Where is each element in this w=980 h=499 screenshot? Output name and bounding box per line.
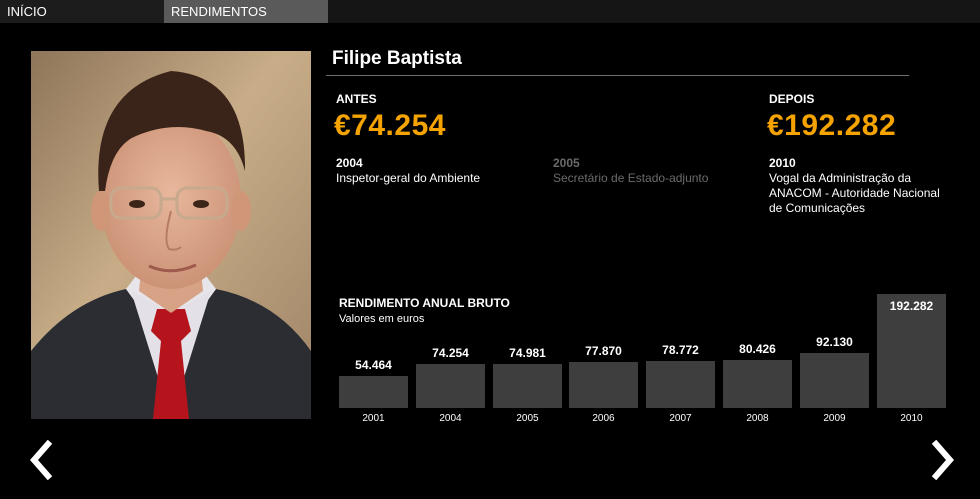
middle-role: Secretário de Estado-adjunto [553, 171, 709, 185]
chart-bar [723, 360, 792, 408]
chart-x-tick-label: 2010 [900, 413, 923, 424]
before-year: 2004 [336, 156, 363, 170]
chart-bar [493, 364, 562, 408]
portrait-photo [31, 51, 311, 419]
chart-bar [339, 376, 408, 408]
chart-title: RENDIMENTO ANUAL BRUTO [339, 296, 510, 310]
middle-year: 2005 [553, 156, 580, 170]
after-role: Vogal da Administração da ANACOM - Autor… [769, 171, 940, 216]
chart-bar [569, 362, 638, 408]
chart-value-label: 78.772 [662, 343, 699, 357]
divider [326, 75, 909, 76]
before-label: ANTES [336, 92, 377, 106]
after-label: DEPOIS [769, 92, 815, 106]
chart-value-label: 74.254 [432, 346, 469, 360]
chart-value-label: 77.870 [585, 344, 622, 358]
top-nav-bar: INÍCIO RENDIMENTOS [0, 0, 980, 23]
chart-x-tick-label: 2007 [669, 413, 692, 424]
portrait-illustration [31, 51, 311, 419]
person-name: Filipe Baptista [332, 48, 462, 69]
chevron-right-icon [931, 439, 954, 481]
chart-bar [416, 364, 485, 408]
tab-inicio[interactable]: INÍCIO [0, 0, 164, 23]
after-amount: €192.282 [767, 109, 897, 142]
chart-bar [646, 361, 715, 408]
chart-x-tick-label: 2005 [516, 413, 539, 424]
before-amount: €74.254 [334, 109, 446, 142]
chart-value-label: 80.426 [739, 342, 776, 356]
chart-x-tick-label: 2006 [592, 413, 615, 424]
chart-bar [800, 353, 869, 408]
after-role-line: ANACOM - Autoridade Nacional [769, 186, 940, 200]
chart-value-label: 74.981 [509, 346, 546, 360]
after-year: 2010 [769, 156, 796, 170]
chart-value-label: 54.464 [355, 358, 392, 372]
chart-x-tick-label: 2004 [439, 413, 462, 424]
before-role: Inspetor-geral do Ambiente [336, 171, 481, 185]
chart-value-label: 92.130 [816, 335, 853, 349]
chart-subtitle: Valores em euros [339, 313, 425, 325]
after-role-line: de Comunicações [769, 201, 866, 215]
after-role-line: Vogal da Administração da [769, 171, 912, 185]
chevron-left-icon [30, 439, 53, 481]
chart-value-label: 192.282 [890, 299, 934, 313]
chart-x-tick-label: 2001 [362, 413, 385, 424]
next-arrow-button[interactable] [922, 439, 962, 481]
prev-arrow-button[interactable] [22, 439, 62, 481]
tab-rendimentos[interactable]: RENDIMENTOS [164, 0, 328, 23]
chart-x-tick-label: 2008 [746, 413, 769, 424]
chart-x-tick-label: 2009 [823, 413, 846, 424]
